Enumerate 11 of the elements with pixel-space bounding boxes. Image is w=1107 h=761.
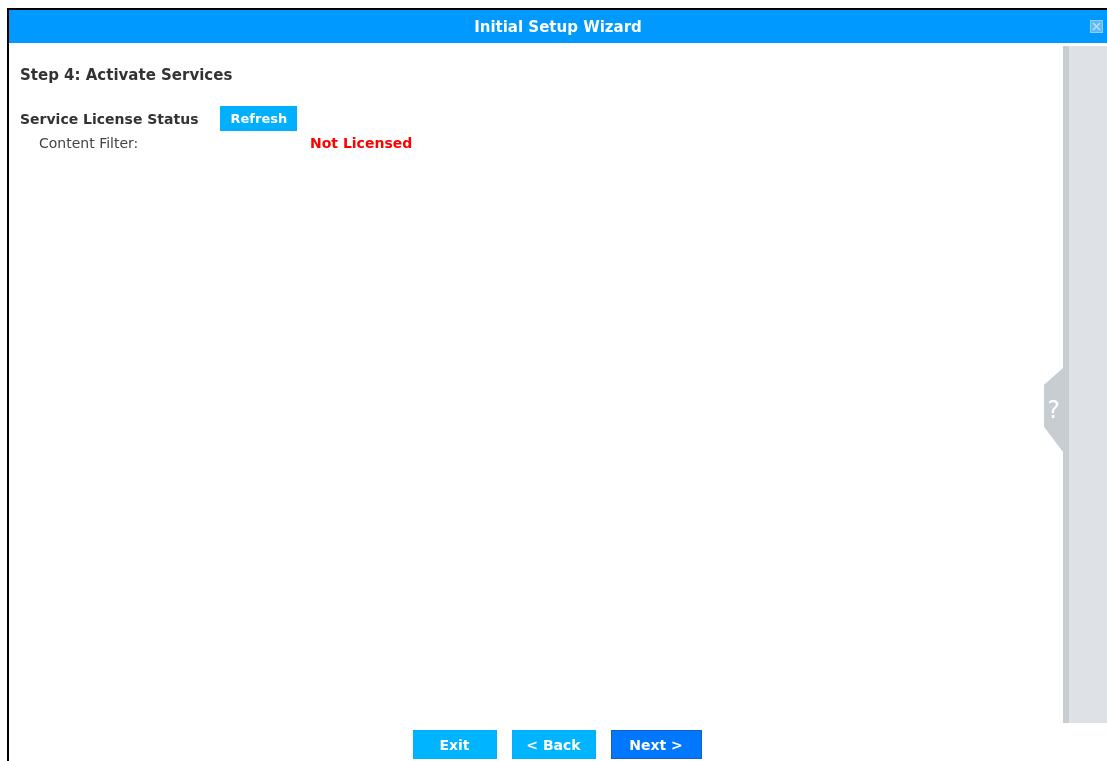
wizard-button[interactable]: Next > — [610, 730, 702, 759]
license-status: Not Licensed — [310, 135, 413, 151]
wizard-button[interactable]: Exit — [412, 730, 497, 759]
service-label: Content Filter: — [39, 135, 140, 151]
window-title: Initial Setup Wizard — [474, 17, 642, 36]
section-title: Service License Status — [20, 110, 199, 127]
wizard-button[interactable]: < Back — [511, 730, 596, 759]
refresh-button[interactable]: Refresh — [220, 106, 298, 131]
help-tab[interactable]: ? — [1044, 368, 1063, 452]
step-title: Step 4: Activate Services — [20, 66, 234, 84]
close-icon[interactable] — [1090, 20, 1103, 33]
